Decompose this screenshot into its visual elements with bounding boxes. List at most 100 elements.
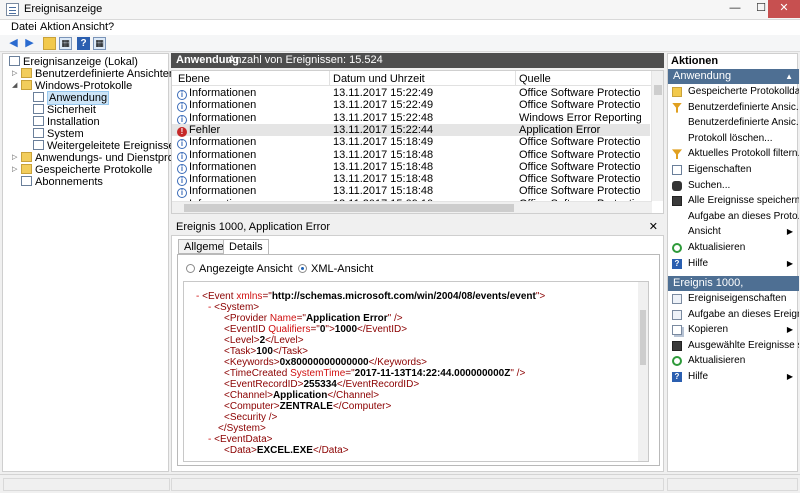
tab-details[interactable]: Details <box>223 239 269 255</box>
action-label: Alle Ereignisse speichern ... <box>688 195 799 207</box>
column-header-date[interactable]: Datum und Uhrzeit <box>333 73 425 85</box>
action-label: Aktuelles Protokoll filtern... <box>688 148 799 160</box>
menu-ansicht[interactable]: Ansicht <box>72 21 108 33</box>
action-item[interactable]: ? Hilfe ▶ <box>668 370 799 384</box>
log-icon <box>33 128 44 138</box>
scrollbar-thumb[interactable] <box>184 204 514 212</box>
action-item[interactable]: Ansicht ▶ <box>668 225 799 239</box>
action-item[interactable]: Aktuelles Protokoll filtern... <box>668 147 799 161</box>
show-hide-action-pane-icon[interactable]: ▦ <box>93 37 106 50</box>
action-label: Ereigniseigenschaften <box>688 293 787 304</box>
table-row[interactable]: i Informationen 13.11.2017 15:18:48 Office … <box>172 185 650 199</box>
radio-button-selected[interactable] <box>298 264 307 273</box>
table-row[interactable]: i Informationen 13.11.2017 15:22:49 Office … <box>172 99 650 113</box>
menu-datei[interactable]: Datei <box>11 21 37 33</box>
event-list-vertical-scrollbar[interactable] <box>651 71 663 201</box>
column-header-level[interactable]: Ebene <box>178 73 210 85</box>
tree-item-forwarded-events[interactable]: Weitergeleitete Ereignisse <box>33 140 175 152</box>
table-row[interactable]: i Informationen 13.11.2017 15:18:49 Office … <box>172 136 650 150</box>
column-header-source[interactable]: Quelle <box>519 73 551 85</box>
action-item[interactable]: Eigenschaften <box>668 163 799 177</box>
tree-item-custom-views[interactable]: ▷ Benutzerdefinierte Ansichten <box>12 68 175 80</box>
xml-line: <Keywords>0x80000000000000</Keywords> <box>224 357 427 368</box>
menu-help[interactable]: ? <box>108 21 114 33</box>
tree-item-root[interactable]: Ereignisanzeige (Lokal) <box>9 56 138 68</box>
event-list-header: Ebene Datum und Uhrzeit Quelle <box>172 71 652 86</box>
table-row[interactable]: i Informationen 13.11.2017 15:18:48 Office … <box>172 173 650 187</box>
table-row[interactable]: i Informationen 13.11.2017 15:22:48 Windows… <box>172 112 650 125</box>
show-hide-tree-icon[interactable]: ▦ <box>59 37 72 50</box>
save-icon <box>672 340 682 351</box>
tree-item-anwendung[interactable]: Anwendung <box>33 91 110 105</box>
column-divider[interactable] <box>515 71 516 86</box>
level-text: Informationen <box>189 185 257 198</box>
xml-line: <EventRecordID>255334</EventRecordID> <box>224 379 420 390</box>
help-icon[interactable]: ? <box>77 37 90 50</box>
xml-line: <EventID Qualifiers="0">1000</EventID> <box>224 324 408 335</box>
table-row[interactable]: i Informationen 13.11.2017 15:18:48 Office … <box>172 160 650 174</box>
expand-icon[interactable]: ▷ <box>12 68 17 80</box>
xml-line: <TimeCreated SystemTime="2017-11-13T14:2… <box>224 368 526 379</box>
expand-icon[interactable]: ▷ <box>12 152 17 164</box>
action-item[interactable]: Ereigniseigenschaften <box>668 292 799 306</box>
action-item[interactable]: Alle Ereignisse speichern ... <box>668 194 799 208</box>
action-item[interactable]: Aktualisieren <box>668 354 799 368</box>
cell-source: Office Software Protection Platfor... <box>519 87 641 99</box>
collapse-icon[interactable]: ◢ <box>12 80 17 92</box>
event-detail-pane: Allgemein Details Angezeigte Ansicht XML… <box>171 235 664 472</box>
expand-icon[interactable]: ▷ <box>12 164 17 176</box>
actions-section-event[interactable]: Ereignis 1000, Application Error ▲ <box>668 276 799 304</box>
cell-source: Application Error <box>519 123 601 136</box>
action-item[interactable]: Benutzerdefinierte Ansic... <box>668 116 799 130</box>
forward-arrow-icon[interactable]: ▶ <box>23 37 36 50</box>
submenu-arrow-icon: ▶ <box>786 258 793 268</box>
minimize-button[interactable]: — <box>722 0 748 18</box>
table-row[interactable]: i Informationen 13.11.2017 15:18:48 Office … <box>172 148 650 162</box>
scrollbar-thumb[interactable] <box>640 310 646 365</box>
xml-line: <Level>2</Level> <box>224 335 304 346</box>
xml-line: <Channel>Application</Channel> <box>224 390 380 401</box>
tree-item-saved-logs[interactable]: ▷ Gespeicherte Protokolle <box>12 164 152 176</box>
table-row[interactable]: ! Fehler 13.11.2017 15:22:44 Application Er… <box>172 123 650 137</box>
event-list-horizontal-scrollbar[interactable] <box>172 201 652 213</box>
cell-source: Office Software Protection Platfor... <box>519 136 641 149</box>
menu-aktion[interactable]: Aktion <box>40 21 71 33</box>
action-item[interactable]: Aufgabe an dieses Proto... <box>668 210 799 224</box>
cell-source: Office Software Protection Platfor... <box>519 148 641 161</box>
close-window-button[interactable]: ✕ <box>768 0 800 18</box>
action-item[interactable]: Suchen... <box>668 179 799 193</box>
action-item[interactable]: Aktualisieren <box>668 241 799 255</box>
tree-item-installation[interactable]: Installation <box>33 116 100 128</box>
cell-source: Office Software Protection Platfor... <box>519 99 641 112</box>
action-label: Hilfe <box>688 371 709 382</box>
action-item[interactable]: Gespeicherte Protokollda... <box>668 85 799 99</box>
tree-item-system[interactable]: System <box>33 128 84 140</box>
cell-source: Office Software Protection Platfor... <box>519 160 641 173</box>
action-item[interactable]: Benutzerdefinierte Ansic... <box>668 101 799 115</box>
actions-section-log[interactable]: Anwendung ▲ <box>668 69 799 84</box>
action-item[interactable]: Ausgewählte Ereignisse s... <box>668 339 799 353</box>
cell-level: iInformationen <box>177 173 327 187</box>
back-arrow-icon[interactable]: ◀ <box>7 37 20 50</box>
tree-item-subscriptions[interactable]: Abonnements <box>21 176 103 188</box>
radio-xml-view[interactable]: XML-Ansicht <box>298 263 373 275</box>
table-row[interactable]: i Informationen 13.11.2017 15:22:49 Office … <box>172 87 650 100</box>
action-item[interactable]: Kopieren ▶ <box>668 323 799 337</box>
log-icon <box>33 104 44 114</box>
xml-line: <Computer>ZENTRALE</Computer> <box>224 401 392 412</box>
collapse-section-icon[interactable]: ▲ <box>785 69 793 84</box>
xml-scrollbar[interactable] <box>638 282 648 461</box>
radio-button[interactable] <box>186 264 195 273</box>
tree-item-sicherheit[interactable]: Sicherheit <box>33 104 96 116</box>
action-item[interactable]: Protokoll löschen... <box>668 132 799 146</box>
action-item[interactable]: Aufgabe an dieses Ereign... <box>668 308 799 322</box>
radio-friendly-view[interactable]: Angezeigte Ansicht <box>186 263 293 275</box>
cell-date: 13.11.2017 15:22:49 <box>333 99 434 112</box>
column-divider[interactable] <box>329 71 330 86</box>
scrollbar-thumb[interactable] <box>654 85 662 95</box>
action-item[interactable]: ? Hilfe ▶ <box>668 257 799 271</box>
xml-line: </System> <box>218 423 266 434</box>
up-folder-icon[interactable] <box>43 37 56 50</box>
close-detail-icon[interactable]: ✕ <box>649 220 658 234</box>
xml-line: <Security /> <box>224 412 278 423</box>
